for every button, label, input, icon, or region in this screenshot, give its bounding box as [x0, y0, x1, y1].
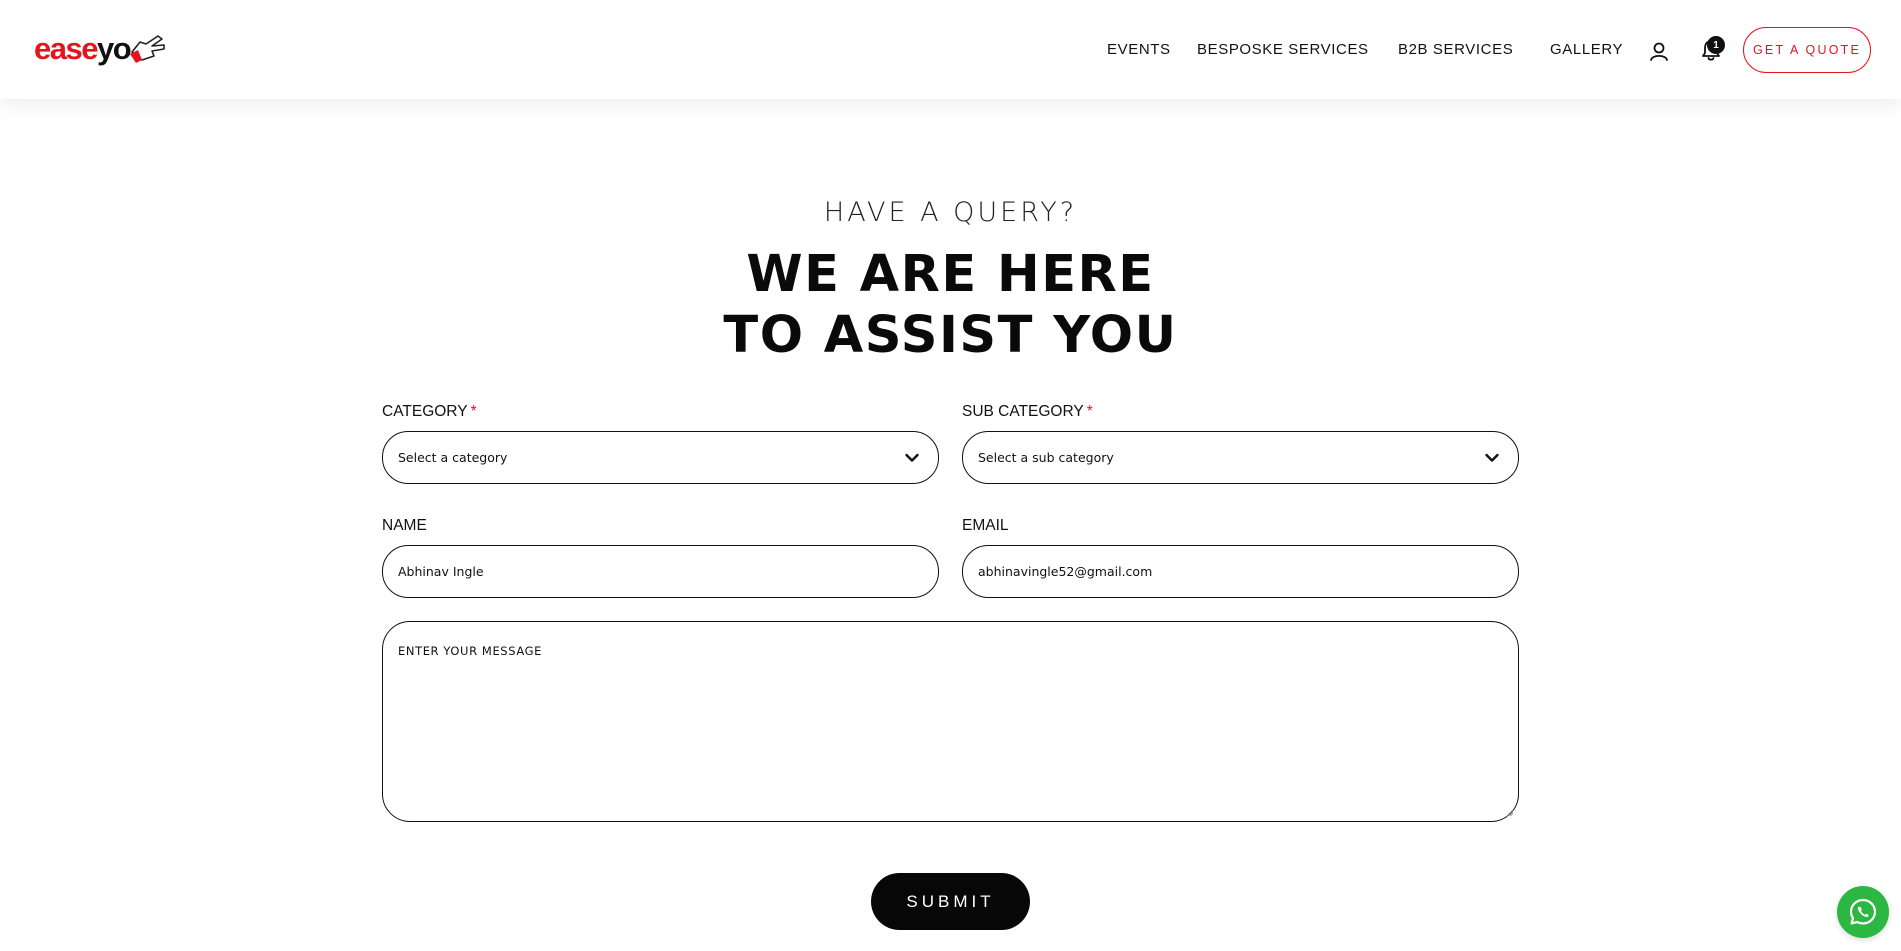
- name-field-value: Abhinav Ingle: [398, 564, 484, 579]
- category-select[interactable]: Select a category: [382, 431, 939, 484]
- nav-b2b-services[interactable]: B2B SERVICES: [1398, 41, 1513, 58]
- nav-events[interactable]: EVENTS: [1107, 41, 1171, 58]
- category-label: CATEGORY *: [382, 403, 477, 420]
- page-title: WE ARE HERE TO ASSIST YOU: [0, 244, 1901, 366]
- logo-wordmark: easeyo: [34, 30, 132, 66]
- site-header: easeyo EVENTS BESPOSKE SERVICES B2B SERV…: [0, 0, 1901, 99]
- sub-category-label: SUB CATEGORY *: [962, 403, 1093, 420]
- email-label: EMAIL: [962, 517, 1009, 534]
- title-line-2: TO ASSIST YOU: [723, 306, 1178, 365]
- pointing-hand-icon: [130, 35, 165, 63]
- nav-bespoke-services[interactable]: BESPOSKE SERVICES: [1197, 41, 1369, 58]
- email-field-value: abhinavingle52@gmail.com: [978, 564, 1153, 579]
- whatsapp-icon: [1849, 898, 1877, 925]
- submit-button[interactable]: SUBMIT: [871, 873, 1030, 930]
- sub-category-select[interactable]: Select a sub category: [962, 431, 1519, 484]
- title-line-1: WE ARE HERE: [746, 245, 1155, 304]
- user-icon[interactable]: [1649, 41, 1669, 61]
- required-mark: *: [470, 403, 477, 420]
- chevron-down-icon: [905, 453, 919, 462]
- required-mark: *: [1086, 403, 1093, 420]
- whatsapp-button[interactable]: [1837, 886, 1889, 938]
- name-label: NAME: [382, 517, 427, 534]
- section-eyebrow: HAVE A QUERY?: [823, 197, 1078, 228]
- chevron-down-icon: [1485, 453, 1499, 462]
- message-textarea[interactable]: ENTER YOUR MESSAGE: [382, 621, 1519, 822]
- name-field[interactable]: Abhinav Ingle: [382, 545, 939, 598]
- nav-gallery[interactable]: GALLERY: [1550, 41, 1623, 58]
- get-a-quote-button[interactable]: GET A QUOTE: [1743, 27, 1871, 73]
- notification-badge: 1: [1707, 36, 1725, 54]
- resize-handle-icon[interactable]: [1504, 807, 1514, 817]
- message-placeholder: ENTER YOUR MESSAGE: [398, 644, 542, 658]
- site-logo[interactable]: easeyo: [34, 26, 168, 70]
- category-select-value: Select a category: [398, 450, 508, 465]
- email-field[interactable]: abhinavingle52@gmail.com: [962, 545, 1519, 598]
- sub-category-select-value: Select a sub category: [978, 450, 1114, 465]
